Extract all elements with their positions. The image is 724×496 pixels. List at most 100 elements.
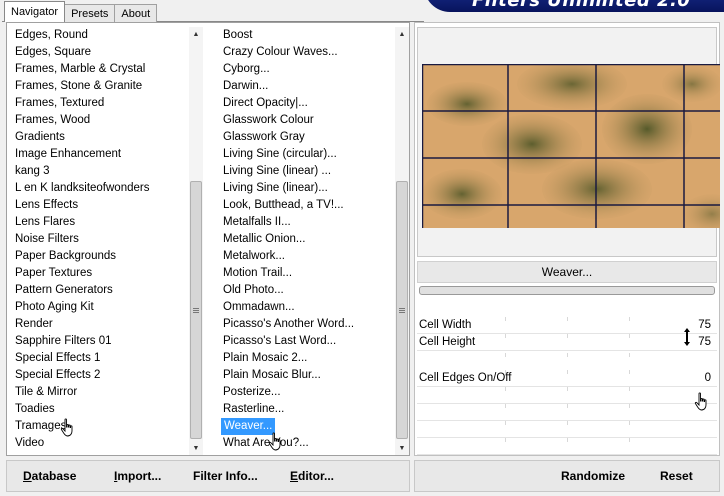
filter-item[interactable]: Living Sine (linear) ... [219,163,399,180]
category-item[interactable]: Frames, Textured [11,95,191,112]
filter-item[interactable]: Glasswork Colour [219,112,399,129]
slider-tick [629,421,630,425]
triangle-up-icon[interactable]: ▲ [395,27,409,41]
filter-item[interactable]: Plain Mosaic 2... [219,350,399,367]
slider-tick [629,353,630,357]
slider-tick [567,370,568,374]
category-item[interactable]: Paper Backgrounds [11,248,191,265]
slider-tick [567,353,568,357]
slider-tick [567,317,568,321]
filter-item[interactable]: Ommadawn... [219,299,399,316]
filter-item[interactable]: Plain Mosaic Blur... [219,367,399,384]
filter-item[interactable]: Crazy Colour Waves... [219,44,399,61]
grip-icon [399,307,405,313]
category-item[interactable]: L en K landksiteofwonders [11,180,191,197]
triangle-down-icon[interactable]: ▼ [189,441,203,455]
param-empty-row [417,421,717,438]
filter-item[interactable]: Living Sine (linear)... [219,180,399,197]
category-item[interactable]: Special Effects 1 [11,350,191,367]
param-value[interactable]: 75 [698,336,711,348]
param-value[interactable]: 0 [705,372,711,384]
category-scroll-thumb[interactable] [190,181,202,439]
progress-bar [419,286,715,295]
category-item[interactable]: Lens Effects [11,197,191,214]
param-value[interactable]: 75 [698,319,711,331]
slider-tick [567,421,568,425]
slider-tick [629,404,630,408]
filter-scrollbar[interactable]: ▲ ▼ [395,27,409,455]
category-item[interactable]: Lens Flares [11,214,191,231]
slider-tick [505,317,506,321]
filter-item[interactable]: Motion Trail... [219,265,399,282]
category-item[interactable]: Frames, Marble & Crystal [11,61,191,78]
slider-tick [629,370,630,374]
filter-item[interactable]: Picasso's Last Word... [219,333,399,350]
slider-tick [629,317,630,321]
category-item[interactable]: Frames, Wood [11,112,191,129]
filter-item[interactable]: Rasterline... [219,401,399,418]
tab-navigator[interactable]: Navigator [4,1,66,22]
hand-pointer-icon [694,392,707,411]
slider-tick [629,334,630,338]
param-cell-width[interactable]: Cell Width 75 [417,317,717,334]
filter-item[interactable]: Darwin... [219,78,399,95]
hand-pointer-icon [268,432,281,451]
reset-button[interactable]: Reset [660,469,693,483]
filter-info-button[interactable]: Filter Info... [193,469,258,483]
category-item[interactable]: Noise Filters [11,231,191,248]
category-item[interactable]: Gradients [11,129,191,146]
triangle-up-icon[interactable]: ▲ [189,27,203,41]
slider-tick [505,334,506,338]
filter-scroll-thumb[interactable] [396,181,408,439]
param-cell-height[interactable]: Cell Height 75 [417,334,717,351]
filter-item[interactable]: Posterize... [219,384,399,401]
database-button[interactable]: Database [23,469,76,483]
category-item[interactable]: Pattern Generators [11,282,191,299]
filter-item[interactable]: Living Sine (circular)... [219,146,399,163]
banner-title: Filters Unlimited 2.0 [472,0,691,11]
filter-item[interactable]: Cyborg... [219,61,399,78]
tab-about[interactable]: About [114,4,158,22]
filter-item-selected[interactable]: Weaver... [221,418,275,435]
category-list[interactable]: Edges, Round Edges, Square Frames, Marble … [11,27,191,452]
filter-item[interactable]: Old Photo... [219,282,399,299]
filter-item[interactable]: What Are You?... [219,435,399,452]
filter-item[interactable]: Metalfalls II... [219,214,399,231]
triangle-down-icon[interactable]: ▼ [395,441,409,455]
import-button[interactable]: Import... [114,469,161,483]
category-item[interactable]: Image Enhancement [11,146,191,163]
filter-item[interactable]: Glasswork Gray [219,129,399,146]
filter-item[interactable]: Metallic Onion... [219,231,399,248]
category-item[interactable]: Toadies [11,401,191,418]
link-arrows-icon[interactable] [683,327,691,347]
filter-item[interactable]: Picasso's Another Word... [219,316,399,333]
category-item[interactable]: Edges, Round [11,27,191,44]
param-cell-edges[interactable]: Cell Edges On/Off 0 [417,370,717,387]
filter-title: Weaver... [417,261,717,283]
category-item[interactable]: Sapphire Filters 01 [11,333,191,350]
slider-tick [567,387,568,391]
category-item[interactable]: Paper Textures [11,265,191,282]
filter-list[interactable]: Boost Crazy Colour Waves... Cyborg... Darwi… [219,27,399,452]
filter-item[interactable]: Boost [219,27,399,44]
randomize-button[interactable]: Randomize [561,469,625,483]
category-scrollbar[interactable]: ▲ ▼ [189,27,203,455]
tab-presets[interactable]: Presets [64,4,116,22]
category-item[interactable]: Tramages [11,418,191,435]
filter-item[interactable]: Direct Opacity|... [219,95,399,112]
filter-item[interactable]: Metalwork... [219,248,399,265]
app-banner: Filters Unlimited 2.0 [424,0,724,12]
category-item[interactable]: Special Effects 2 [11,367,191,384]
category-item[interactable]: Render [11,316,191,333]
filter-item[interactable]: Look, Butthead, a TV!... [219,197,399,214]
editor-button[interactable]: Editor... [290,469,334,483]
category-item[interactable]: Tile & Mirror [11,384,191,401]
category-item[interactable]: kang 3 [11,163,191,180]
category-item[interactable]: Video [11,435,191,452]
category-item[interactable]: Photo Aging Kit [11,299,191,316]
category-item[interactable]: Edges, Square [11,44,191,61]
slider-tick [505,387,506,391]
slider-tick [567,334,568,338]
category-item[interactable]: Frames, Stone & Granite [11,78,191,95]
slider-tick [505,353,506,357]
